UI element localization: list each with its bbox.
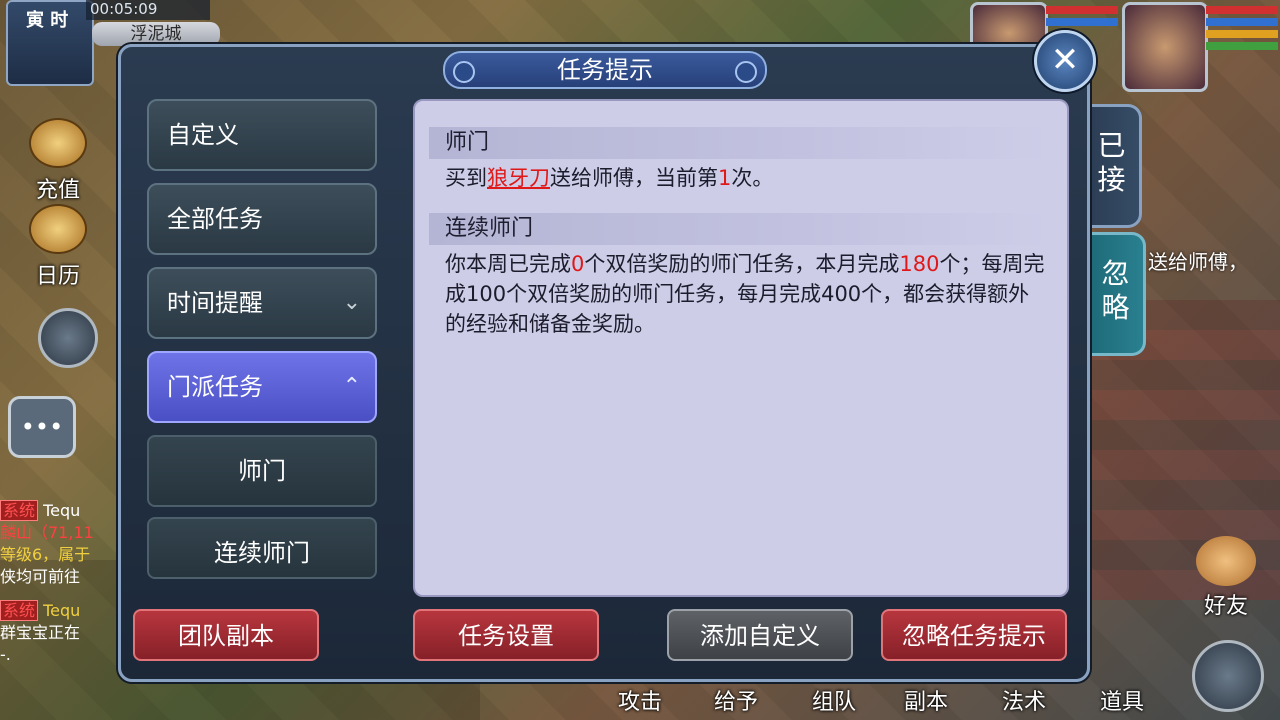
pet-mp-bar <box>1046 18 1118 26</box>
treasure-chest-icon <box>29 118 87 168</box>
ignore-hint-button[interactable]: 忽略任务提示 <box>881 609 1067 661</box>
chat-button[interactable]: ••• <box>8 396 76 458</box>
tab-accepted[interactable]: 已接 <box>1084 104 1142 228</box>
calendar-button[interactable]: 日历 <box>10 204 106 290</box>
player-hp-bar <box>1206 6 1278 14</box>
item-link[interactable]: 狼牙刀 <box>487 166 550 190</box>
items-button[interactable]: 道具 <box>1100 684 1144 716</box>
chevron-down-icon: ⌄ <box>342 290 361 315</box>
title-ornament-icon <box>453 61 475 83</box>
clock-readout: 00:05:09 <box>86 0 210 20</box>
menu-all-tasks[interactable]: 全部任务 <box>147 183 377 255</box>
calendar-label: 日历 <box>35 264 80 289</box>
menu-time-reminder[interactable]: 时间提醒 ⌄ <box>147 267 377 339</box>
team-dungeon-button[interactable]: 团队副本 <box>133 609 319 661</box>
pet-hp-bar <box>1046 6 1118 14</box>
give-button[interactable]: 给予 <box>714 684 758 716</box>
chat-line: 群宝宝正在 <box>0 623 81 642</box>
city-name[interactable]: 浮泥城 <box>92 22 220 46</box>
chat-line: 侠均可前往 <box>0 567 81 586</box>
chevron-up-icon: ⌃ <box>342 374 361 399</box>
recharge-button[interactable]: 充值 <box>10 118 106 204</box>
skills-button[interactable]: 法术 <box>1002 684 1046 716</box>
background-quest-text: 送给师傅， <box>1148 250 1248 274</box>
time-indicator[interactable]: 寅 时 <box>6 0 94 86</box>
menu-custom[interactable]: 自定义 <box>147 99 377 171</box>
title-ornament-icon <box>735 61 757 83</box>
dungeon-button[interactable]: 副本 <box>904 684 948 716</box>
player-mp-bar <box>1206 18 1278 26</box>
friends-label: 好友 <box>1203 594 1248 619</box>
refresh-button[interactable] <box>1192 640 1264 712</box>
player-exp-bar <box>1206 42 1278 50</box>
chat-line: -. <box>0 645 11 664</box>
task-hint-dialog: 任务提示 自定义 全部任务 时间提醒 ⌄ 门派任务 ⌃ 师门 连续师门 师门 买… <box>118 44 1090 682</box>
system-tag: 系统 <box>0 500 39 521</box>
calendar-icon <box>29 204 87 254</box>
handshake-icon <box>1196 536 1256 586</box>
section-title-continuous: 连续师门 <box>429 213 1049 245</box>
recharge-label: 充值 <box>35 178 80 203</box>
chat-bubble-icon: ••• <box>20 413 64 441</box>
task-content-panel: 师门 买到狼牙刀送给师傅，当前第1次。 连续师门 你本周已完成0个双倍奖励的师门… <box>413 99 1069 597</box>
attack-button[interactable]: 攻击 <box>618 684 662 716</box>
player-portrait[interactable] <box>1122 2 1208 92</box>
friends-button[interactable]: 好友 <box>1186 536 1266 620</box>
tab-ignored[interactable]: 忽略 <box>1088 232 1146 356</box>
add-custom-button[interactable]: 添加自定义 <box>667 609 853 661</box>
shichen-label: 寅 时 <box>26 10 69 31</box>
chat-line: 系统 Tequ <box>0 600 128 622</box>
section-text-shimen: 买到狼牙刀送给师傅，当前第1次。 <box>445 166 774 190</box>
submenu-continuous-shimen[interactable]: 连续师门 <box>147 517 377 579</box>
system-tag: 系统 <box>0 600 39 621</box>
player-anger-bar <box>1206 30 1278 38</box>
task-settings-button[interactable]: 任务设置 <box>413 609 599 661</box>
dialog-title-bar: 任务提示 <box>443 51 767 89</box>
chat-line: 等级6，属于 <box>0 545 91 564</box>
team-button[interactable]: 组队 <box>812 684 856 716</box>
dialog-title: 任务提示 <box>557 56 653 84</box>
menu-sect-tasks[interactable]: 门派任务 ⌃ <box>147 351 377 423</box>
section-title-shimen: 师门 <box>429 127 1049 159</box>
close-icon[interactable]: ✕ <box>1034 30 1096 92</box>
chat-line: 系统 Tequ <box>0 500 128 522</box>
chat-line: 麟山（71,11 <box>0 523 94 542</box>
collapse-arrow-button[interactable] <box>38 308 98 368</box>
section-text-continuous: 你本周已完成0个双倍奖励的师门任务，本月完成180个；每周完成100个双倍奖励的… <box>445 252 1045 336</box>
chat-log[interactable]: 系统 Tequ 麟山（71,11 等级6，属于 侠均可前往 系统 Tequ 群宝… <box>0 500 128 666</box>
submenu-shimen[interactable]: 师门 <box>147 435 377 507</box>
